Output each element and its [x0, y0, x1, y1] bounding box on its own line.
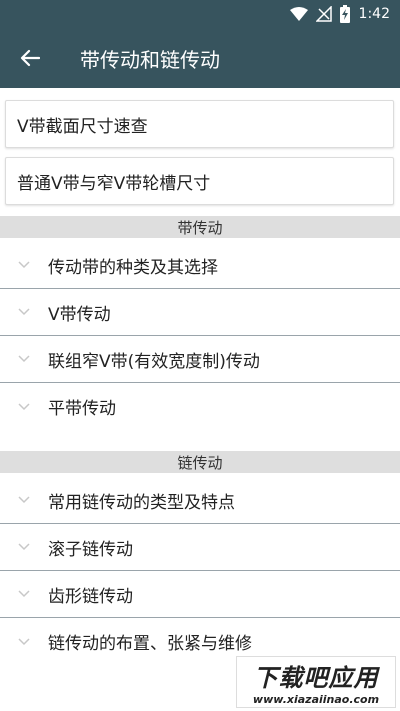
- list-item-label: 链传动的布置、张紧与维修: [48, 634, 252, 654]
- list-item-label: 齿形链传动: [48, 586, 133, 607]
- chevron-down-icon: [0, 590, 48, 598]
- back-button[interactable]: [0, 28, 60, 88]
- list-item[interactable]: 滚子链传动: [0, 524, 400, 571]
- list-item[interactable]: 平带传动: [0, 383, 400, 430]
- chevron-down-icon: [0, 402, 48, 411]
- list-item-label: 常用链传动的类型及特点: [48, 492, 235, 513]
- status-bar: 1:42: [0, 0, 400, 28]
- list-item[interactable]: 传动带的种类及其选择: [0, 242, 400, 289]
- quick-card-groove-dimensions[interactable]: 普通V带与窄V带轮槽尺寸: [5, 157, 394, 205]
- arrow-back-icon: [20, 48, 40, 68]
- wifi-icon: [289, 7, 308, 21]
- list-item-label: 平带传动: [48, 399, 116, 419]
- page-title: 带传动和链传动: [80, 47, 220, 72]
- chevron-down-icon: [0, 308, 48, 316]
- list-item[interactable]: V带传动: [0, 289, 400, 336]
- section-header-chain: 链传动: [0, 451, 400, 473]
- no-signal-icon: [315, 6, 332, 22]
- battery-charging-icon: [339, 5, 350, 23]
- watermark-title: 下载吧应用: [253, 664, 379, 692]
- quick-card-label: 普通V带与窄V带轮槽尺寸: [17, 173, 211, 194]
- section-header-label: 链传动: [177, 453, 223, 472]
- chevron-down-icon: [0, 496, 48, 504]
- chevron-down-icon: [0, 261, 48, 269]
- watermark-logo: 下载吧应用 www.xiazaiinao.com: [236, 656, 396, 708]
- list-item-label: 滚子链传动: [48, 539, 133, 560]
- list-item-label: 联组窄V带(有效宽度制)传动: [48, 351, 260, 372]
- list-item-label: V带传动: [48, 304, 111, 325]
- chevron-down-icon: [0, 355, 48, 363]
- list-item[interactable]: 常用链传动的类型及特点: [0, 477, 400, 524]
- status-time: 1:42: [358, 6, 390, 22]
- list-item[interactable]: 齿形链传动: [0, 571, 400, 618]
- section-header-label: 带传动: [177, 218, 223, 237]
- list-item-label: 传动带的种类及其选择: [48, 257, 218, 278]
- list-item[interactable]: 联组窄V带(有效宽度制)传动: [0, 336, 400, 383]
- quick-card-v-belt-section[interactable]: V带截面尺寸速查: [5, 100, 394, 148]
- watermark-url: www.xiazaiinao.com: [252, 693, 380, 706]
- chevron-down-icon: [0, 543, 48, 551]
- chevron-down-icon: [0, 637, 48, 646]
- app-bar: 带传动和链传动: [0, 28, 400, 88]
- quick-card-label: V带截面尺寸速查: [17, 116, 148, 137]
- section-header-belt: 带传动: [0, 216, 400, 238]
